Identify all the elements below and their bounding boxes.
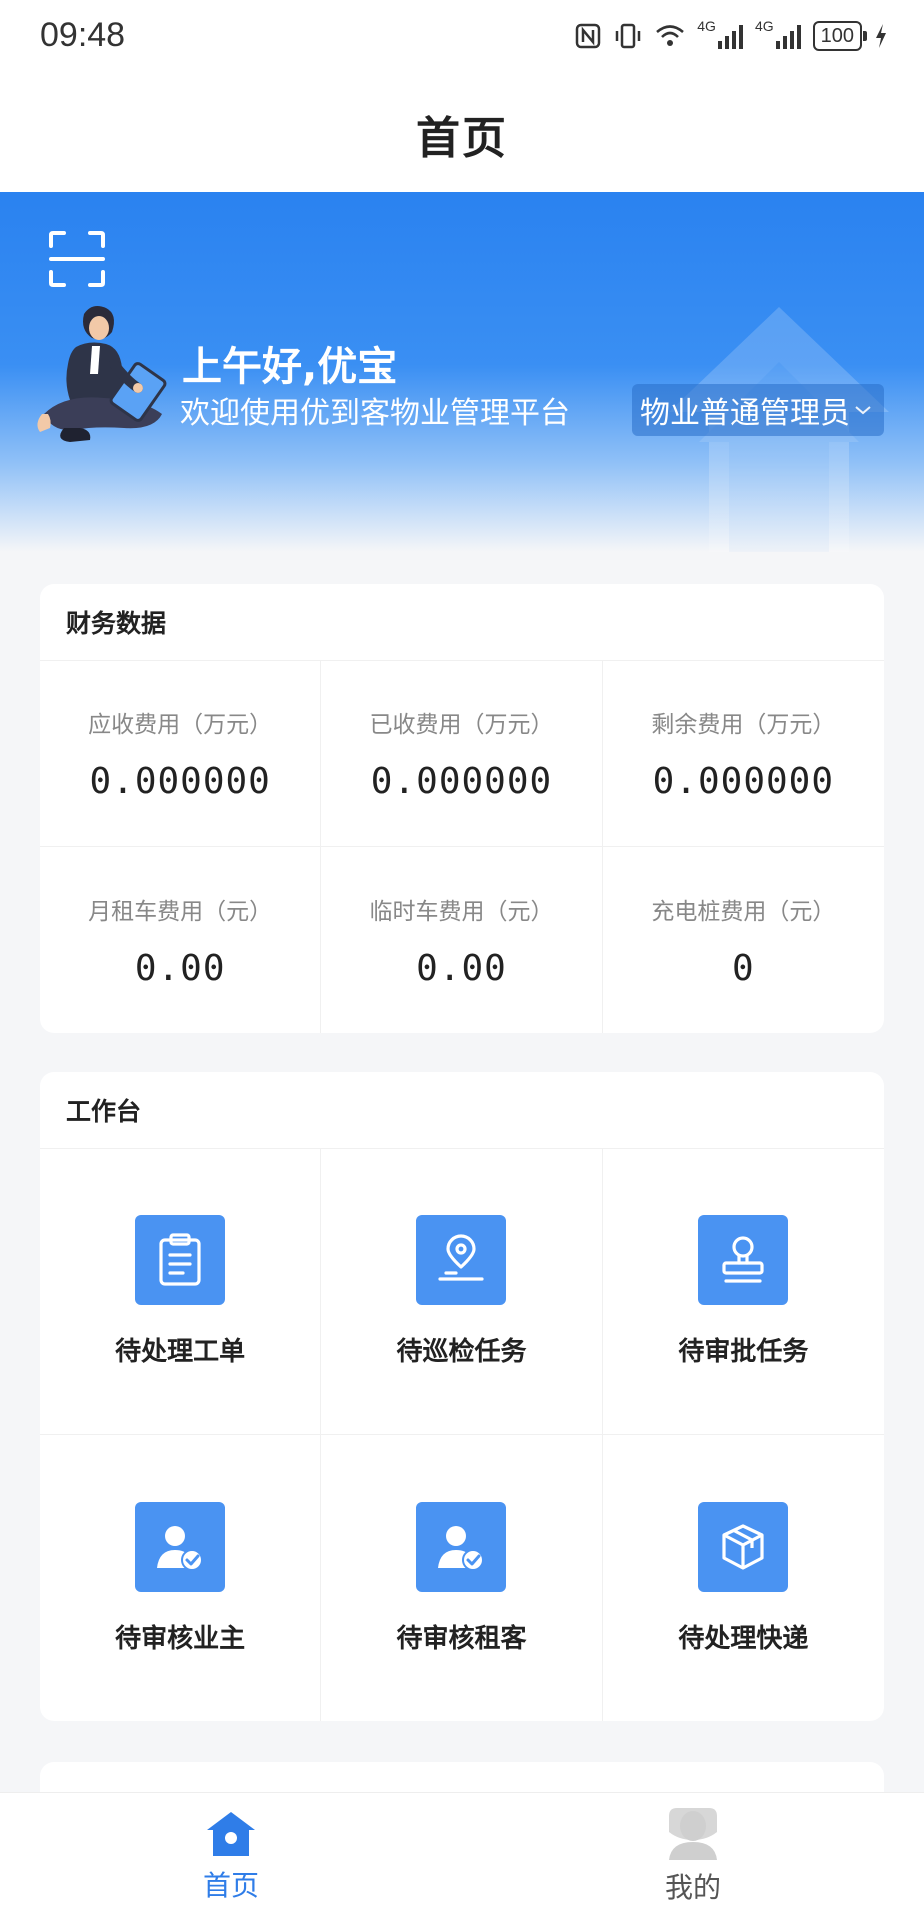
bottom-tab-bar: 首页 我的 — [0, 1792, 924, 1921]
role-label: 物业普通管理员 — [640, 396, 850, 431]
tab-label: 首页 — [202, 1869, 259, 1902]
workbench-card: 工作台 待处理工单 待巡检任务 待审批任务 待审核业主 待审核租客 待处理快递 — [40, 1072, 884, 1721]
workbench-grid: 待处理工单 待巡检任务 待审批任务 待审核业主 待审核租客 待处理快递 — [40, 1149, 884, 1721]
signal-icon-2 — [775, 23, 801, 49]
package-icon — [698, 1501, 789, 1592]
location-pin-icon — [416, 1215, 507, 1305]
workbench-item-label: 待处理工单 — [115, 1337, 246, 1367]
page-title: 首页 — [416, 113, 508, 164]
person-with-tablet-illustration — [37, 306, 167, 442]
finance-item-label: 月租车费用（元） — [88, 898, 273, 925]
status-icons: 4G 4G 100 — [575, 18, 888, 54]
user-check-icon — [416, 1501, 507, 1592]
nfc-icon — [576, 23, 601, 49]
title-bar: 首页 — [0, 76, 924, 192]
workbench-item-pending-inspection[interactable]: 待巡检任务 — [321, 1149, 603, 1435]
workbench-item-label: 待审批任务 — [678, 1337, 809, 1367]
workbench-item-pending-tenant-review[interactable]: 待审核租客 — [321, 1435, 603, 1721]
hero-banner: 上午好,优宝 欢迎使用优到客物业管理平台 物业普通管理员 — [0, 192, 924, 552]
finance-grid: 应收费用（万元） 0.000000 已收费用（万元） 0.000000 剩余费用… — [40, 661, 884, 1033]
workbench-item-label: 待巡检任务 — [396, 1337, 527, 1367]
finance-item-value: 0.00 — [134, 947, 226, 989]
profile-icon — [669, 1808, 717, 1860]
finance-item-value: 0 — [731, 947, 755, 989]
finance-item-remaining[interactable]: 剩余费用（万元） 0.000000 — [602, 661, 884, 847]
network-type-1: 4G — [697, 18, 716, 34]
finance-item-value: 0.000000 — [89, 761, 271, 802]
tab-home[interactable]: 首页 — [0, 1793, 462, 1921]
battery-indicator: 100 — [812, 21, 868, 51]
finance-item-receivable[interactable]: 应收费用（万元） 0.000000 — [40, 661, 322, 847]
workbench-item-pending-approval[interactable]: 待审批任务 — [602, 1149, 884, 1435]
role-selector[interactable]: 物业普通管理员 — [632, 384, 884, 436]
workbench-item-label: 待处理快递 — [678, 1623, 809, 1654]
wifi-icon — [656, 25, 685, 46]
home-icon — [207, 1812, 255, 1856]
finance-item-received[interactable]: 已收费用（万元） 0.000000 — [321, 661, 603, 847]
network-type-2: 4G — [754, 18, 774, 34]
workbench-card-title: 工作台 — [40, 1072, 884, 1149]
greeting-text: 上午好,优宝 — [182, 344, 398, 390]
chevron-down-icon — [855, 406, 871, 415]
workbench-item-pending-parcels[interactable]: 待处理快递 — [603, 1435, 884, 1721]
finance-item-label: 已收费用（万元） — [369, 712, 554, 738]
finance-item-value: 0.000000 — [652, 761, 835, 802]
workbench-item-pending-owner-review[interactable]: 待审核业主 — [40, 1435, 322, 1721]
finance-item-charging-pile[interactable]: 充电桩费用（元） 0 — [603, 847, 884, 1033]
user-check-icon — [135, 1501, 226, 1592]
tab-profile[interactable]: 我的 — [462, 1793, 924, 1921]
finance-item-label: 临时车费用（元） — [369, 898, 554, 925]
finance-item-label: 剩余费用（万元） — [651, 712, 836, 738]
finance-item-value: 0.000000 — [370, 761, 553, 802]
finance-item-temporary-parking[interactable]: 临时车费用（元） 0.00 — [321, 847, 603, 1033]
workbench-item-label: 待审核租客 — [396, 1623, 527, 1654]
workbench-item-label: 待审核业主 — [115, 1623, 246, 1654]
vibrate-icon — [616, 23, 641, 49]
finance-item-monthly-parking[interactable]: 月租车费用（元） 0.00 — [40, 847, 322, 1033]
stamp-icon — [698, 1215, 789, 1305]
finance-card-title: 财务数据 — [40, 584, 884, 661]
signal-icon — [717, 23, 743, 49]
charging-icon — [876, 24, 886, 48]
finance-item-label: 充电桩费用（元） — [651, 898, 836, 925]
status-bar: 09:48 4G 4G 100 — [0, 0, 924, 76]
finance-item-value: 0.00 — [416, 947, 507, 989]
workbench-item-pending-work-orders[interactable]: 待处理工单 — [40, 1149, 322, 1435]
finance-item-label: 应收费用（万元） — [88, 712, 273, 738]
welcome-text: 欢迎使用优到客物业管理平台 — [180, 396, 570, 431]
tab-label: 我的 — [664, 1871, 721, 1904]
clipboard-icon — [135, 1215, 226, 1305]
finance-card: 财务数据 应收费用（万元） 0.000000 已收费用（万元） 0.000000… — [40, 584, 884, 1033]
status-time: 09:48 — [40, 16, 126, 54]
scan-icon[interactable] — [48, 230, 106, 288]
